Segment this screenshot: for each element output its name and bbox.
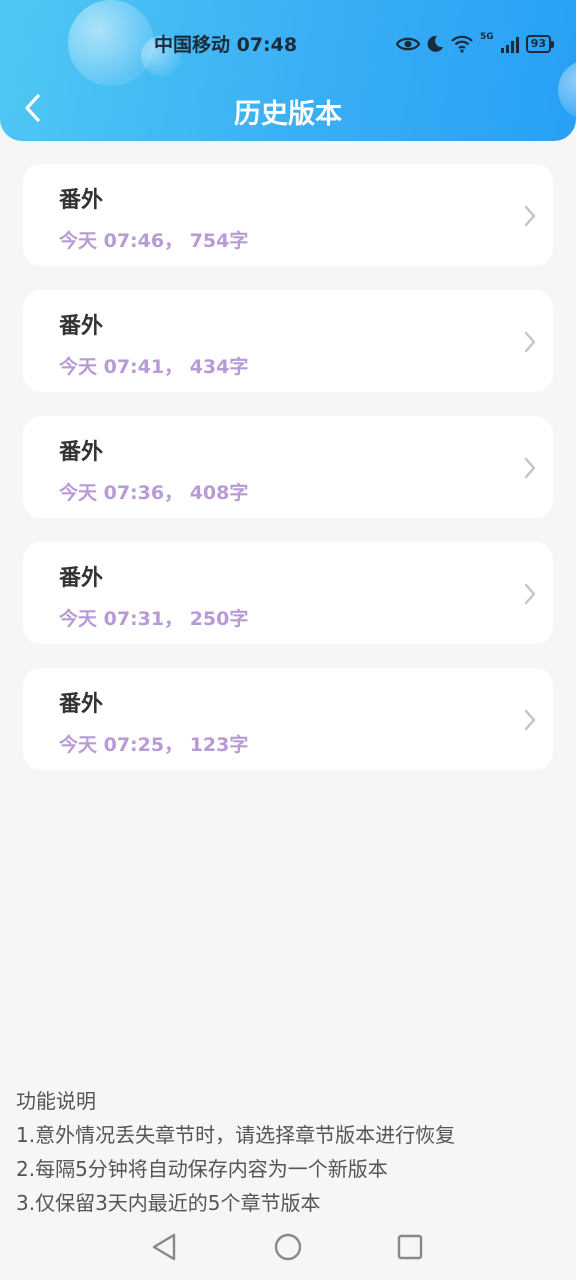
version-meta: 今天 07:46， 754字 — [59, 230, 249, 252]
network-label: 5G — [480, 32, 494, 42]
version-title: 番外 — [59, 314, 104, 339]
chevron-right-icon — [524, 205, 536, 227]
version-meta: 今天 07:36， 408字 — [59, 482, 249, 504]
home-circle-icon[interactable] — [271, 1230, 305, 1264]
battery-tip — [551, 40, 554, 48]
chevron-right-icon — [524, 709, 536, 731]
moon-icon — [427, 35, 444, 52]
battery-icon: 93 — [525, 35, 554, 53]
status-bar: 中国移动 07:48 5G 93 — [0, 28, 576, 58]
notes-title: 功能说明 — [16, 1089, 96, 1113]
version-meta: 今天 07:31， 250字 — [59, 608, 249, 630]
notes-line: 2.每隔5分钟将自动保存内容为一个新版本 — [16, 1157, 388, 1181]
version-title: 番外 — [59, 566, 104, 591]
version-card[interactable]: 番外 今天 07:31， 250字 — [23, 542, 553, 644]
version-title: 番外 — [59, 692, 104, 717]
version-card[interactable]: 番外 今天 07:25， 123字 — [23, 668, 553, 770]
chevron-right-icon — [524, 331, 536, 353]
version-list: 番外 今天 07:46， 754字 番外 今天 07:41， 434字 番外 今… — [23, 164, 553, 794]
version-card[interactable]: 番外 今天 07:41， 434字 — [23, 290, 553, 392]
version-meta: 今天 07:25， 123字 — [59, 734, 249, 756]
feature-notes: 功能说明 1.意外情况丢失章节时，请选择章节版本进行恢复 2.每隔5分钟将自动保… — [16, 1084, 566, 1220]
version-title: 番外 — [59, 188, 104, 213]
chevron-right-icon — [524, 457, 536, 479]
system-nav-bar — [0, 1216, 576, 1280]
notes-line: 3.仅保留3天内最近的5个章节版本 — [16, 1191, 321, 1215]
page-title: 历史版本 — [234, 99, 342, 130]
version-card[interactable]: 番外 今天 07:46， 754字 — [23, 164, 553, 266]
wifi-icon — [451, 35, 473, 53]
notes-line: 1.意外情况丢失章节时，请选择章节版本进行恢复 — [16, 1123, 456, 1147]
app-header: 中国移动 07:48 5G 93 历史版本 — [0, 0, 576, 141]
version-card[interactable]: 番外 今天 07:36， 408字 — [23, 416, 553, 518]
chevron-right-icon — [524, 583, 536, 605]
version-title: 番外 — [59, 440, 104, 465]
carrier-time: 中国移动 07:48 — [154, 34, 298, 56]
eye-icon — [396, 37, 421, 51]
version-meta: 今天 07:41， 434字 — [59, 356, 249, 378]
battery-level: 93 — [525, 35, 551, 53]
recents-square-icon[interactable] — [393, 1230, 427, 1264]
status-icons: 5G 93 — [396, 32, 554, 56]
signal-icon — [500, 37, 519, 53]
back-triangle-icon[interactable] — [148, 1230, 182, 1264]
